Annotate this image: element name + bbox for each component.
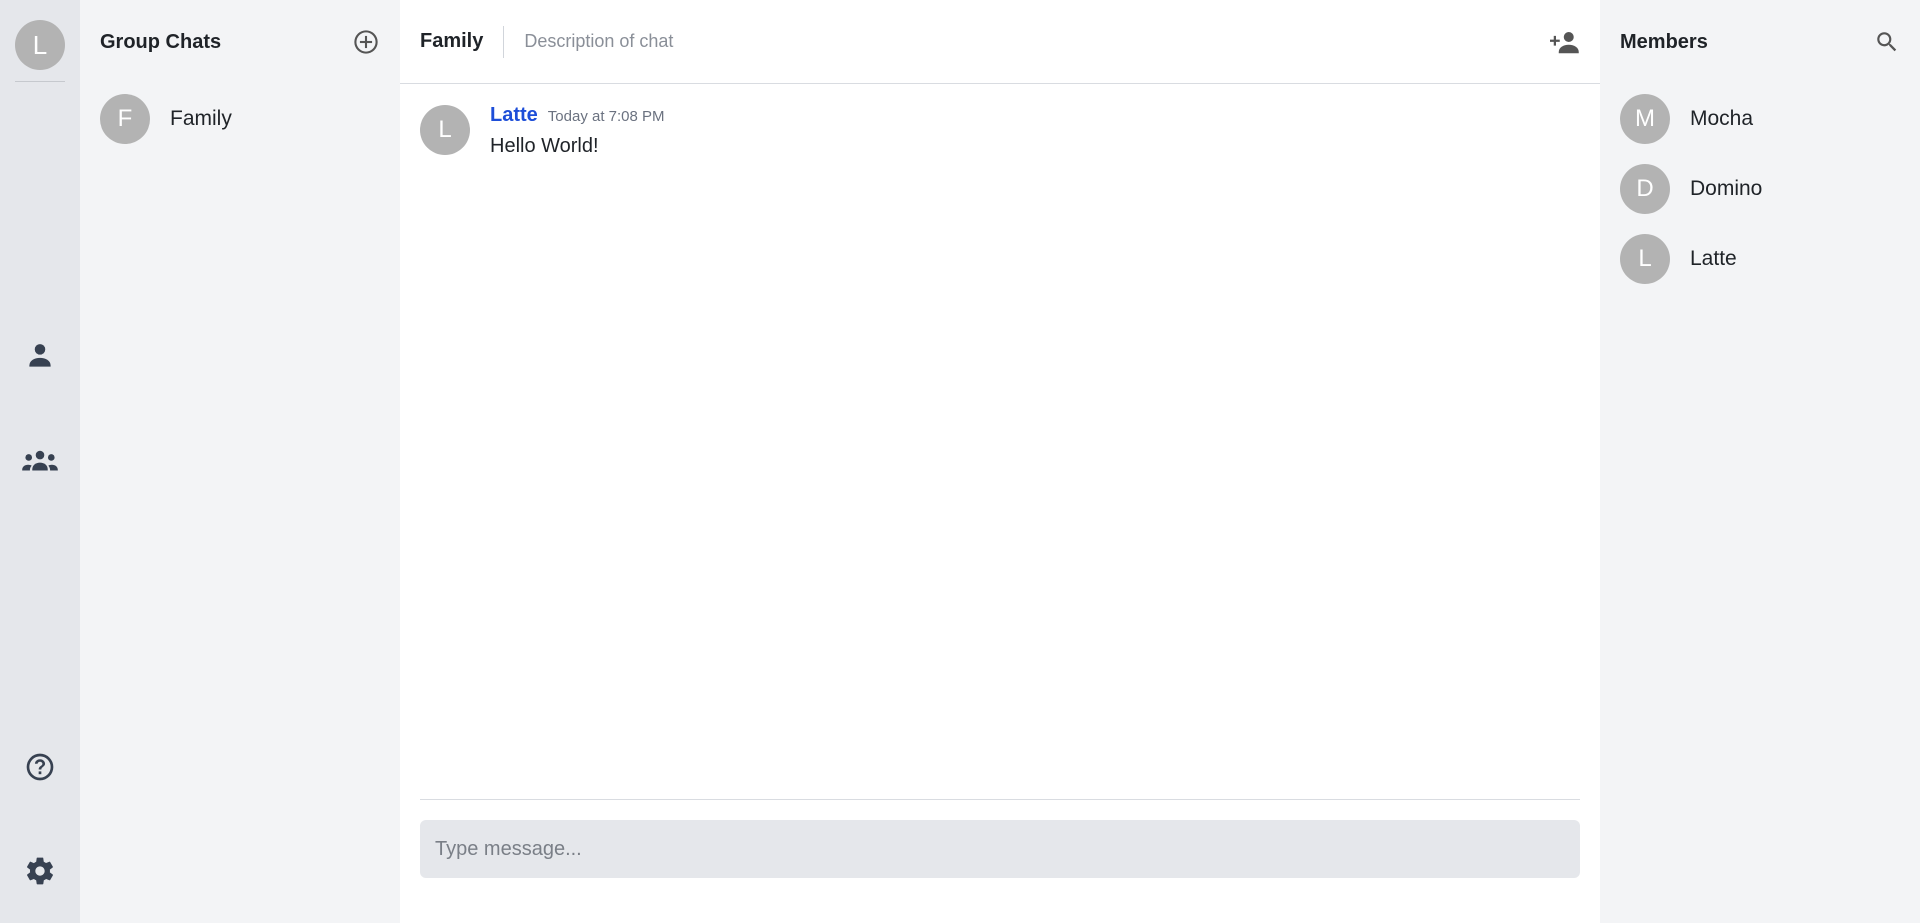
group-chats-title: Group Chats xyxy=(100,30,222,53)
message-author-avatar[interactable]: L xyxy=(420,105,470,155)
current-user-avatar[interactable]: L xyxy=(15,20,65,70)
chat-header: Family Description of chat xyxy=(400,0,1600,84)
group-name: Family xyxy=(170,107,232,130)
person-icon xyxy=(29,344,51,367)
rail-divider xyxy=(15,81,65,82)
rail-profile-button[interactable] xyxy=(0,330,80,380)
member-name: Latte xyxy=(1690,247,1737,270)
chat-title: Family xyxy=(420,30,484,52)
group-icon xyxy=(22,450,58,471)
member-avatar: M xyxy=(1620,94,1670,144)
help-icon xyxy=(26,753,54,781)
rail-groups-button[interactable] xyxy=(0,436,80,486)
member-name: Mocha xyxy=(1690,107,1754,130)
message-input[interactable] xyxy=(420,820,1580,878)
search-members-button[interactable] xyxy=(1874,29,1900,55)
rail-help-button[interactable] xyxy=(0,742,80,792)
chat-main: Family Description of chat L Latte Today… xyxy=(400,0,1600,923)
add-member-button[interactable] xyxy=(1550,27,1580,57)
gear-icon xyxy=(27,857,53,885)
message-text: Hello World! xyxy=(490,135,599,157)
message-item: L Latte Today at 7:08 PM Hello World! xyxy=(420,104,1580,158)
message-timestamp: Today at 7:08 PM xyxy=(547,108,665,125)
app: L Group Chats F Family Family Descriptio… xyxy=(0,0,1920,923)
left-rail: L xyxy=(0,0,80,923)
message-meta: Latte Today at 7:08 PM xyxy=(490,104,665,127)
composer-area xyxy=(420,799,1580,923)
member-item-latte[interactable]: L Latte xyxy=(1600,224,1920,294)
message-body: Latte Today at 7:08 PM Hello World! xyxy=(490,104,665,158)
message-author[interactable]: Latte xyxy=(490,104,538,127)
header-divider xyxy=(503,25,505,58)
message-list: L Latte Today at 7:08 PM Hello World! xyxy=(400,84,1600,799)
add-group-chat-button[interactable] xyxy=(352,28,380,56)
member-name: Domino xyxy=(1690,177,1763,200)
person-add-icon xyxy=(1550,31,1579,53)
member-avatar: L xyxy=(1620,234,1670,284)
group-chats-header: Group Chats xyxy=(80,0,400,84)
rail-settings-button[interactable] xyxy=(0,846,80,896)
member-avatar: D xyxy=(1620,164,1670,214)
members-header: Members xyxy=(1600,0,1920,84)
add-circle-icon xyxy=(354,30,378,54)
group-avatar: F xyxy=(100,94,150,144)
chat-description: Description of chat xyxy=(524,31,674,51)
group-chat-item-family[interactable]: F Family xyxy=(80,84,400,154)
member-item-domino[interactable]: D Domino xyxy=(1600,154,1920,224)
members-title: Members xyxy=(1620,30,1708,53)
group-chats-panel: Group Chats F Family xyxy=(80,0,400,923)
member-item-mocha[interactable]: M Mocha xyxy=(1600,84,1920,154)
members-panel: Members M Mocha D Domino L Latte xyxy=(1600,0,1920,923)
search-icon xyxy=(1877,32,1897,52)
